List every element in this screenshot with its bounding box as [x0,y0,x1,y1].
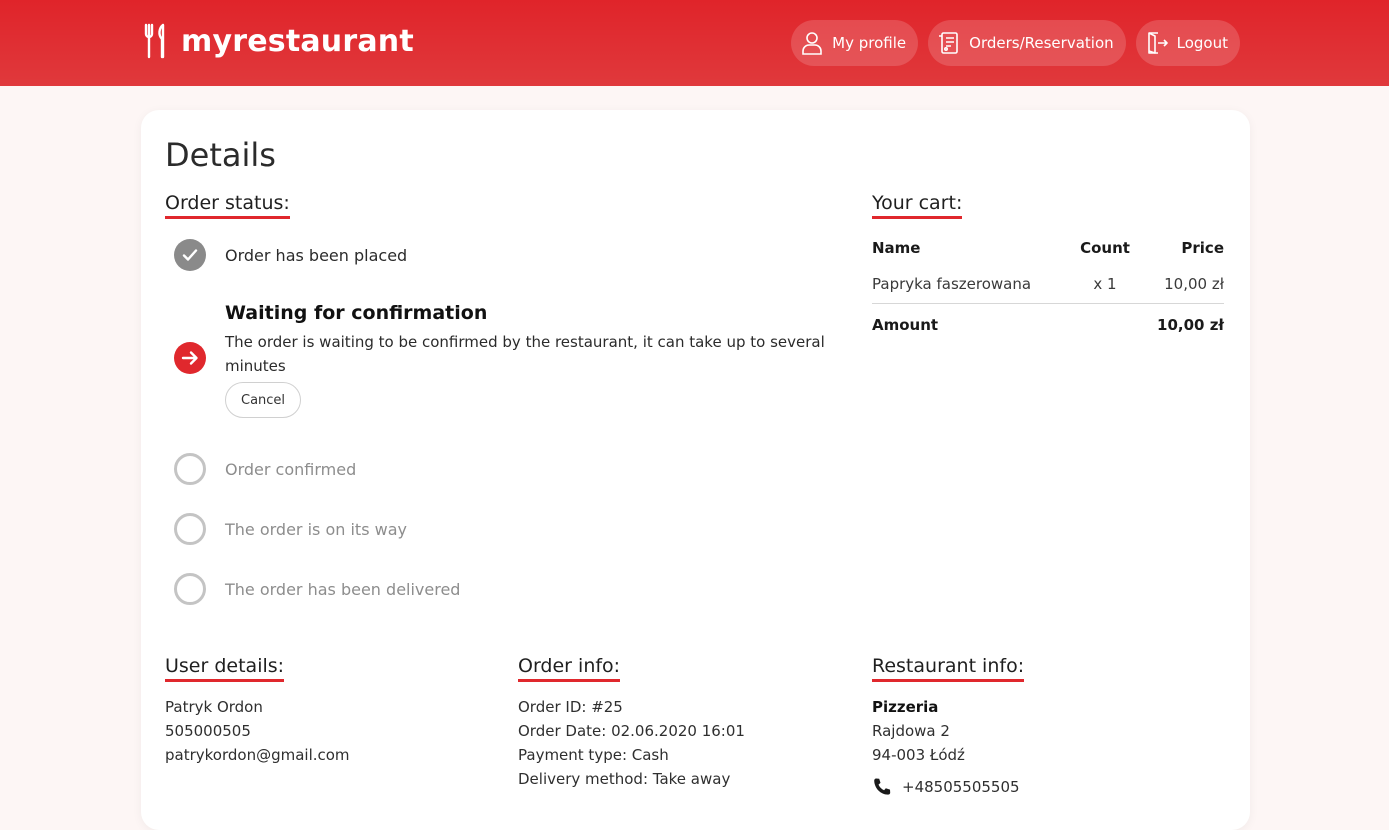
cancel-order-button[interactable]: Cancel [225,382,302,418]
user-details-heading: User details: [165,655,285,682]
empty-circle-icon [174,513,206,545]
payment-type: Payment type: Cash [518,746,669,764]
brand-name: myrestaurant [181,23,414,59]
delivery-method: Delivery method: Take away [518,770,731,788]
status-step-delivered: The order has been delivered [174,573,460,605]
app-header: myrestaurant My profile Orders/Reservati… [0,0,1389,86]
orders-reservation-button[interactable]: Orders/Reservation [928,20,1126,66]
my-profile-button[interactable]: My profile [791,20,919,66]
arrow-right-circle-icon [174,342,206,374]
item-name: Papryka faszerowana [872,274,1032,293]
item-price: 10,00 zł [1164,274,1224,293]
user-phone: 505000505 [165,722,251,740]
restaurant-phone[interactable]: +48505505505 [902,775,1020,799]
step-label: Order has been placed [225,245,408,265]
step-label: The order is on its way [225,519,407,539]
user-name: Patryk Ordon [165,698,263,716]
user-icon [802,32,822,55]
cart-heading: Your cart: [872,192,963,219]
order-date: Order Date: 02.06.2020 16:01 [518,722,745,740]
column-header-name: Name [872,239,921,257]
active-step-description: The order is waiting to be confirmed by … [225,333,825,375]
my-profile-label: My profile [832,34,907,52]
order-status-heading: Order status: [165,192,290,219]
amount-value: 10,00 zł [1157,316,1224,334]
column-header-price: Price [1181,239,1224,257]
empty-circle-icon [174,453,206,485]
cart-item-row: Papryka faszerowana x 1 10,00 zł [872,264,1224,304]
restaurant-street: Rajdowa 2 [872,722,950,740]
active-step-title: Waiting for confirmation [225,302,488,324]
status-step-placed: Order has been placed [174,239,407,271]
amount-label: Amount [872,316,939,334]
item-count: x 1 [1093,274,1117,293]
logout-button[interactable]: Logout [1135,20,1240,66]
restaurant-city: 94-003 Łódź [872,746,965,764]
cart-header-row: Name Count Price [872,232,1224,264]
status-step-confirmed: Order confirmed [174,453,356,485]
brand-logo[interactable]: myrestaurant [143,22,414,60]
page-title: Details [165,136,276,174]
user-email: patrykordon@gmail.com [165,746,350,764]
fork-knife-icon [144,23,165,59]
step-label: Order confirmed [225,459,357,479]
phone-icon [874,778,891,795]
restaurant-info: Pizzeria Rajdowa 2 94-003 Łódź +48505505… [872,695,1020,799]
cart-amount-row: Amount 10,00 zł [872,304,1224,346]
order-info-heading: Order info: [518,655,621,682]
orders-reservation-label: Orders/Reservation [969,34,1114,52]
step-label: The order has been delivered [225,579,461,599]
user-details: Patryk Ordon 505000505 patrykordon@gmail… [165,695,350,767]
order-id: Order ID: #25 [518,698,623,716]
cart-table: Name Count Price Papryka faszerowana x 1… [872,232,1224,346]
logout-label: Logout [1176,34,1228,52]
empty-circle-icon [174,573,206,605]
order-info: Order ID: #25 Order Date: 02.06.2020 16:… [518,695,745,791]
status-step-waiting: Waiting for confirmation The order is wa… [225,302,845,418]
status-step-current-marker [174,342,206,374]
details-card: Details Order status: Order has been pla… [141,110,1250,830]
receipt-icon [939,32,958,54]
status-step-on-way: The order is on its way [174,513,407,545]
logout-icon [1147,32,1168,54]
restaurant-phone-row: +48505505505 [872,775,1020,799]
check-circle-icon [174,239,206,271]
top-nav: My profile Orders/Reservation Logout [791,20,1240,66]
restaurant-info-heading: Restaurant info: [872,655,1025,682]
restaurant-name: Pizzeria [872,698,939,716]
column-header-count: Count [1080,239,1130,257]
